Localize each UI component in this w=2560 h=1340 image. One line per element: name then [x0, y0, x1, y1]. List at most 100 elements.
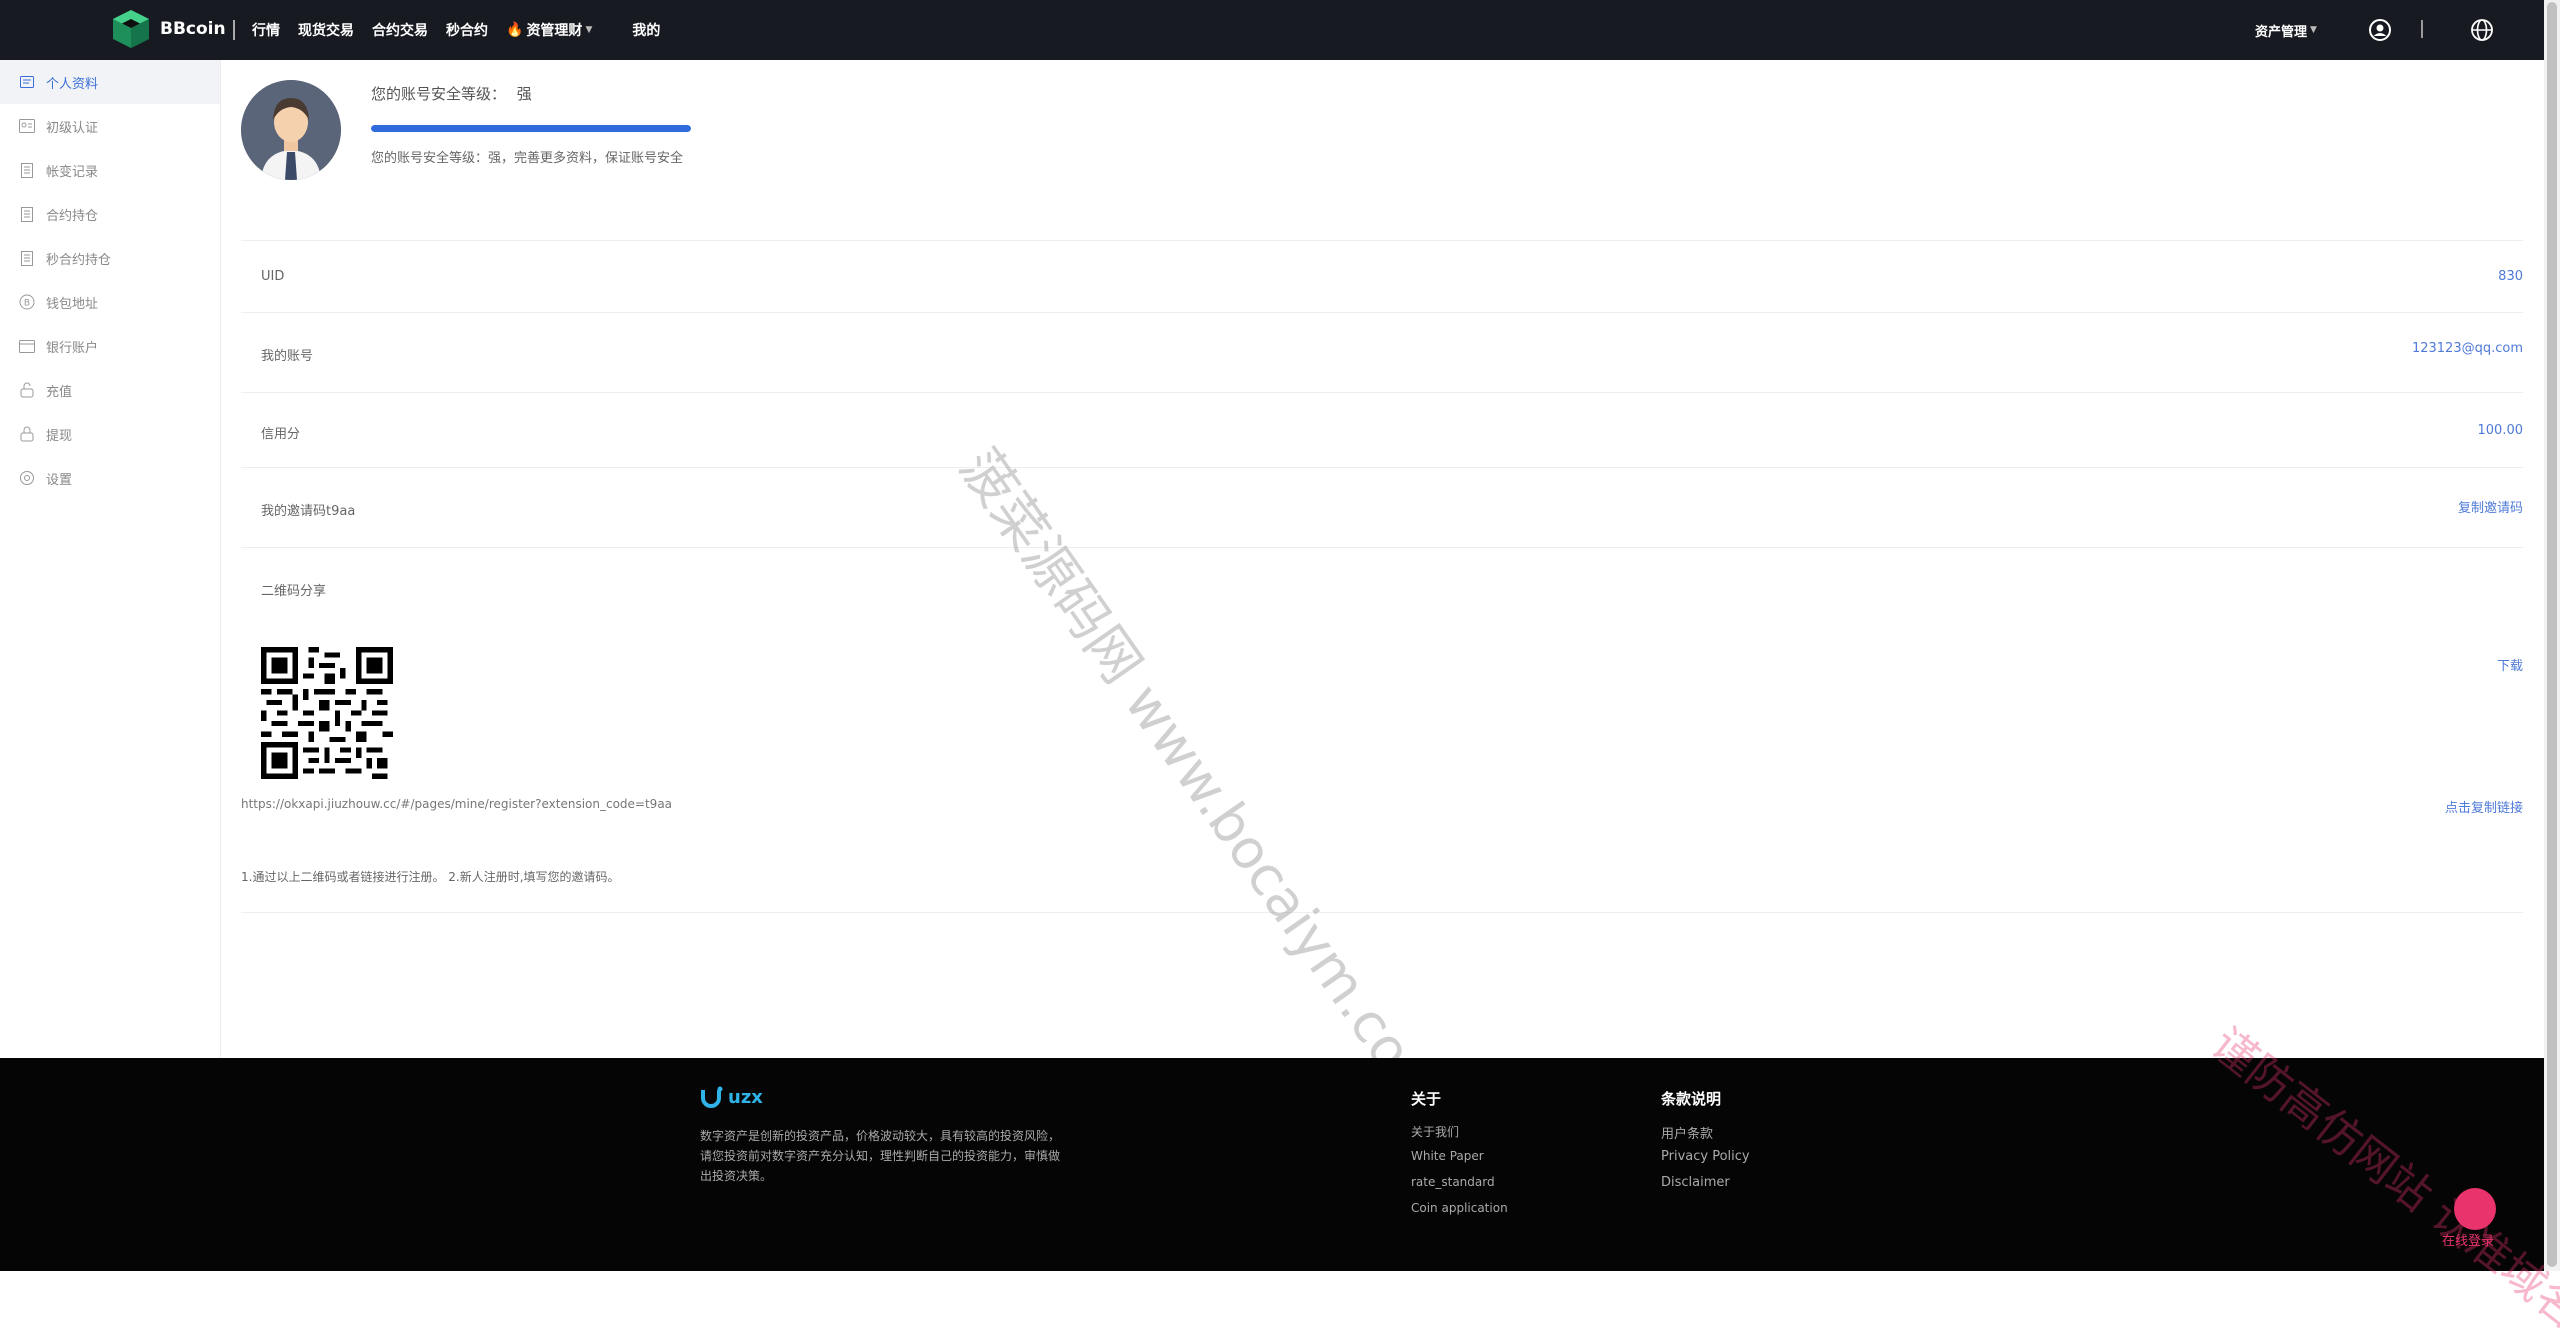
scrollbar-thumb[interactable]	[2547, 2, 2557, 1267]
bitcoin-icon: B	[18, 293, 36, 311]
sidebar-item-basic-verification[interactable]: 初级认证	[0, 104, 220, 148]
footer-link-user-terms[interactable]: 用户条款	[1661, 1123, 1750, 1149]
svg-text:B: B	[24, 299, 30, 309]
globe-icon	[2471, 19, 2493, 41]
download-qr-button[interactable]: 下载	[2497, 655, 2523, 674]
invite-code-label: 我的邀请码t9aa	[261, 504, 356, 519]
nav-label: 行情	[252, 23, 280, 39]
chevron-down-icon: ▼	[2310, 25, 2317, 35]
footer-terms-column: 条款说明 用户条款 Privacy Policy Disclaimer	[1661, 1088, 1750, 1201]
sidebar-item-settings[interactable]: 设置	[0, 456, 220, 500]
sidebar-item-wallet-address[interactable]: B 钱包地址	[0, 280, 220, 324]
document-icon	[18, 205, 36, 223]
qr-code	[261, 647, 393, 779]
nav-second-contract[interactable]: 秒合约	[446, 20, 488, 40]
copy-invite-code-button[interactable]: 复制邀请码	[2458, 497, 2523, 516]
nav-label: 我的	[632, 23, 661, 39]
security-level-label: 您的账号安全等级：	[371, 85, 507, 103]
uid-row: UID 830	[241, 240, 2523, 312]
footer-link-rate-standard[interactable]: rate_standard	[1411, 1175, 1508, 1201]
credit-label: 信用分	[261, 427, 301, 442]
nav-market[interactable]: 行情	[252, 20, 280, 40]
sidebar-item-withdraw[interactable]: 提现	[0, 412, 220, 456]
security-progress-bar	[371, 125, 691, 132]
register-notes: 1.通过以上二维码或者链接进行注册。 2.新人注册时,填写您的邀请码。	[241, 870, 620, 884]
nav-spot-trading[interactable]: 现货交易	[298, 20, 354, 40]
brand-logo[interactable]: BBcoin	[110, 8, 226, 50]
invite-code-row: 我的邀请码t9aa 复制邀请码	[241, 467, 2523, 547]
footer-link-disclaimer[interactable]: Disclaimer	[1661, 1175, 1750, 1201]
copy-link-button[interactable]: 点击复制链接	[2445, 797, 2523, 816]
qr-share-label: 二维码分享	[261, 584, 327, 599]
nav-wealth-management[interactable]: 🔥 资管理财 ▼	[506, 20, 592, 40]
chevron-down-icon: ▼	[585, 25, 593, 35]
asset-management-menu[interactable]: 资产管理 ▼	[2255, 0, 2317, 60]
sidebar-item-contract-positions[interactable]: 合约持仓	[0, 192, 220, 236]
sidebar-item-label: 初级认证	[46, 120, 99, 136]
footer: uzx 数字资产是创新的投资产品，价格波动较大，具有较高的投资风险，请您投资前对…	[0, 1058, 2544, 1271]
footer-link-privacy-policy[interactable]: Privacy Policy	[1661, 1149, 1750, 1175]
security-progress-fill	[371, 125, 691, 132]
footer-link-about-us[interactable]: 关于我们	[1411, 1123, 1508, 1149]
online-login-badge[interactable]	[2454, 1188, 2496, 1230]
sidebar-item-label: 提现	[46, 428, 73, 444]
sidebar-item-label: 秒合约持仓	[46, 252, 112, 268]
sidebar-item-label: 银行账户	[46, 340, 99, 356]
sidebar-item-account-changes[interactable]: 帐变记录	[0, 148, 220, 192]
online-login-button[interactable]: 在线登录	[2442, 1230, 2494, 1249]
uid-value: 830	[2498, 269, 2523, 284]
footer-column-title: 关于	[1411, 1090, 1442, 1108]
nav-label: 合约交易	[372, 23, 428, 39]
footer-link-white-paper[interactable]: White Paper	[1411, 1149, 1508, 1175]
qr-share-row: 二维码分享 下载	[241, 547, 2523, 674]
page-scrollbar[interactable]	[2544, 0, 2560, 1271]
bank-card-icon	[18, 337, 36, 355]
sidebar-item-label: 充值	[46, 384, 73, 400]
footer-link-coin-application[interactable]: Coin application	[1411, 1201, 1508, 1227]
top-navbar: BBcoin 行情 现货交易 合约交易 秒合约 🔥 资管理财 ▼ 我的 资产管理…	[0, 0, 2544, 60]
nav-label: 现货交易	[298, 23, 354, 39]
fire-icon: 🔥	[506, 22, 524, 38]
uzx-logo-icon	[701, 1086, 723, 1108]
avatar-illustration	[241, 80, 341, 180]
gear-icon	[18, 469, 36, 487]
nav-divider	[233, 20, 235, 40]
main-nav: 行情 现货交易 合约交易 秒合约 🔥 资管理财 ▼ 我的	[252, 0, 678, 60]
credit-value: 100.00	[2477, 423, 2524, 438]
footer-description: 数字资产是创新的投资产品，价格波动较大，具有较高的投资风险，请您投资前对数字资产…	[700, 1129, 1061, 1183]
sidebar-item-label: 合约持仓	[46, 208, 99, 224]
account-label: 我的账号	[261, 349, 314, 364]
sidebar-item-label: 个人资料	[46, 76, 99, 92]
document-icon	[18, 161, 36, 179]
user-menu[interactable]	[2368, 0, 2392, 60]
header-divider	[2421, 20, 2423, 38]
sidebar-item-label: 帐变记录	[46, 164, 99, 180]
nav-contract-trading[interactable]: 合约交易	[372, 20, 428, 40]
security-level-value: 强	[516, 85, 532, 103]
sidebar-item-second-contract-positions[interactable]: 秒合约持仓	[0, 236, 220, 280]
credit-row: 信用分 100.00	[241, 392, 2523, 467]
nav-label: 秒合约	[446, 23, 488, 39]
avatar	[241, 80, 341, 180]
sidebar-item-bank-account[interactable]: 银行账户	[0, 324, 220, 368]
brand-name: BBcoin	[160, 19, 226, 39]
footer-column-title: 条款说明	[1661, 1090, 1722, 1108]
sidebar-item-label: 设置	[46, 472, 73, 488]
account-row: 我的账号 123123@qq.com	[241, 312, 2523, 392]
footer-about-column: 关于 关于我们 White Paper rate_standard Coin a…	[1411, 1088, 1508, 1227]
nav-mine[interactable]: 我的	[632, 20, 660, 40]
lock-icon	[18, 381, 36, 399]
security-description: 您的账号安全等级：强，完善更多资料，保证账号安全	[371, 151, 684, 166]
language-switch[interactable]	[2470, 0, 2494, 60]
sidebar-item-deposit[interactable]: 充值	[0, 368, 220, 412]
uid-label: UID	[261, 269, 285, 284]
cube-logo-icon	[113, 10, 149, 48]
id-card-icon	[18, 117, 36, 135]
footer-logo[interactable]: uzx	[700, 1086, 763, 1108]
register-link: https://okxapi.jiuzhouw.cc/#/pages/mine/…	[241, 797, 673, 811]
sidebar-item-label: 钱包地址	[46, 296, 99, 312]
user-circle-icon	[2369, 19, 2391, 41]
divider	[241, 912, 2523, 913]
profile-card-icon	[18, 73, 36, 91]
sidebar-item-profile[interactable]: 个人资料	[0, 60, 220, 104]
